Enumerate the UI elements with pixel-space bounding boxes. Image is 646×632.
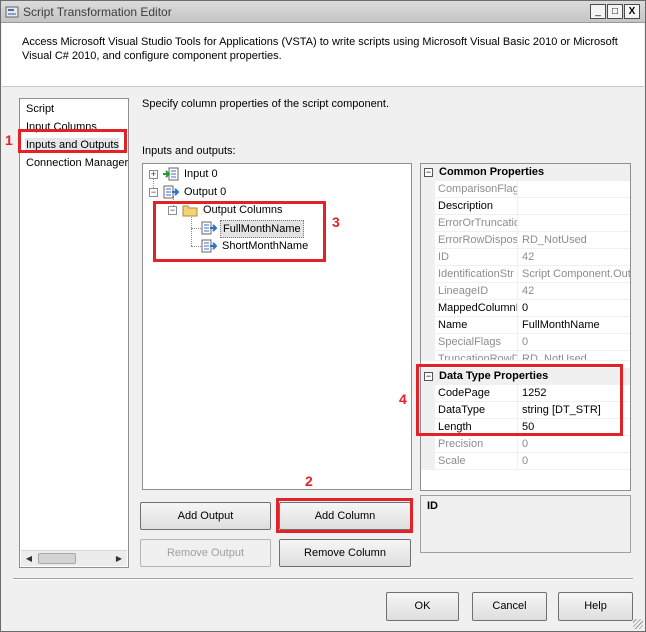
annotation-3: 3: [332, 214, 340, 230]
property-name: MappedColumnI: [421, 300, 518, 316]
expand-icon[interactable]: +: [149, 170, 158, 179]
annotation-box-3: [153, 201, 326, 262]
scroll-right-icon[interactable]: ▶: [111, 551, 127, 566]
tree-label-input: Input 0: [184, 168, 218, 180]
property-value[interactable]: 0: [519, 436, 630, 452]
remove-output-button[interactable]: Remove Output: [140, 539, 271, 567]
tree-node-input[interactable]: + Input 0: [149, 166, 269, 182]
scroll-left-icon[interactable]: ◀: [21, 551, 37, 566]
minimize-button[interactable]: _: [590, 4, 606, 19]
annotation-box-2: [276, 498, 413, 533]
header-description: Access Microsoft Visual Studio Tools for…: [22, 36, 618, 62]
property-row[interactable]: Name FullMonthName: [421, 317, 630, 334]
property-value[interactable]: [519, 215, 630, 231]
close-button[interactable]: X: [624, 4, 640, 19]
tree-label-output: Output 0: [184, 186, 227, 198]
ok-button[interactable]: OK: [386, 592, 459, 621]
property-grid[interactable]: − Common Properties ComparisonFlags Desc…: [420, 163, 631, 491]
property-value[interactable]: 42: [519, 249, 630, 265]
property-row[interactable]: ErrorOrTruncatio: [421, 215, 630, 232]
remove-column-button[interactable]: Remove Column: [279, 539, 411, 567]
property-value[interactable]: 0: [519, 300, 630, 316]
property-value[interactable]: FullMonthName: [519, 317, 630, 333]
nav-item-connection-managers[interactable]: Connection Managers: [25, 156, 128, 171]
property-row[interactable]: IdentificationStr Script Component.Outp: [421, 266, 630, 283]
property-row[interactable]: Description: [421, 198, 630, 215]
cancel-button[interactable]: Cancel: [472, 592, 547, 621]
tree-node-output[interactable]: − Output 0: [149, 184, 269, 200]
annotation-4: 4: [399, 391, 407, 407]
property-value[interactable]: 0: [519, 334, 630, 350]
property-row[interactable]: Precision 0: [421, 436, 630, 453]
output-icon: [163, 185, 179, 199]
property-name: Precision: [421, 436, 518, 452]
script-transformation-editor-window: Script Transformation Editor _ □ X Acces…: [0, 0, 646, 632]
annotation-box-1: [18, 129, 127, 153]
category-label: Common Properties: [439, 166, 545, 178]
property-name: ID: [421, 249, 518, 265]
property-description-panel: ID: [420, 495, 631, 553]
property-row[interactable]: SpecialFlags 0: [421, 334, 630, 351]
property-row[interactable]: TruncationRowD RD_NotUsed: [421, 351, 630, 361]
collapse-icon[interactable]: −: [149, 188, 158, 197]
property-row[interactable]: Scale 0: [421, 453, 630, 470]
property-name: Name: [421, 317, 518, 333]
property-row[interactable]: ComparisonFlags: [421, 181, 630, 198]
property-row[interactable]: ErrorRowDisposi RD_NotUsed: [421, 232, 630, 249]
window-title: Script Transformation Editor: [23, 5, 172, 19]
property-name: Scale: [421, 453, 518, 469]
title-bar[interactable]: Script Transformation Editor _ □ X: [1, 1, 645, 23]
property-name: SpecialFlags: [421, 334, 518, 350]
property-value[interactable]: [519, 198, 630, 214]
bottom-separator: [13, 578, 633, 580]
property-value[interactable]: Script Component.Outp: [519, 266, 630, 282]
nav-item-script[interactable]: Script: [25, 102, 54, 117]
annotation-2: 2: [305, 473, 313, 489]
property-name: LineageID: [421, 283, 518, 299]
collapse-icon[interactable]: −: [424, 168, 433, 177]
scroll-thumb[interactable]: [38, 553, 76, 564]
property-row[interactable]: MappedColumnI 0: [421, 300, 630, 317]
resize-grip-icon[interactable]: [633, 619, 643, 629]
annotation-box-4: [416, 364, 623, 436]
inputs-outputs-label: Inputs and outputs:: [142, 145, 236, 157]
property-name: TruncationRowD: [421, 351, 518, 360]
property-value[interactable]: 0: [519, 453, 630, 469]
property-name: ErrorRowDisposi: [421, 232, 518, 248]
property-name: ErrorOrTruncatio: [421, 215, 518, 231]
help-button[interactable]: Help: [558, 592, 633, 621]
annotation-1: 1: [5, 132, 13, 148]
property-name: IdentificationStr: [421, 266, 518, 282]
app-icon: [5, 6, 19, 18]
add-output-button[interactable]: Add Output: [140, 502, 271, 530]
page-navigation-list[interactable]: Script Input Columns Inputs and Outputs …: [19, 98, 129, 568]
section-description: Specify column properties of the script …: [142, 98, 390, 110]
property-value[interactable]: RD_NotUsed: [519, 351, 630, 360]
property-value[interactable]: [519, 181, 630, 197]
input-icon: [163, 167, 179, 181]
header-panel: Access Microsoft Visual Studio Tools for…: [2, 23, 644, 87]
category-common-properties[interactable]: − Common Properties: [421, 164, 630, 181]
property-value[interactable]: RD_NotUsed: [519, 232, 630, 248]
property-name: Description: [421, 198, 518, 214]
property-description-title: ID: [427, 500, 438, 512]
property-row[interactable]: LineageID 42: [421, 283, 630, 300]
property-row[interactable]: ID 42: [421, 249, 630, 266]
maximize-button[interactable]: □: [607, 4, 623, 19]
property-value[interactable]: 42: [519, 283, 630, 299]
property-name: ComparisonFlags: [421, 181, 518, 197]
nav-horizontal-scrollbar[interactable]: ◀ ▶: [21, 550, 127, 566]
